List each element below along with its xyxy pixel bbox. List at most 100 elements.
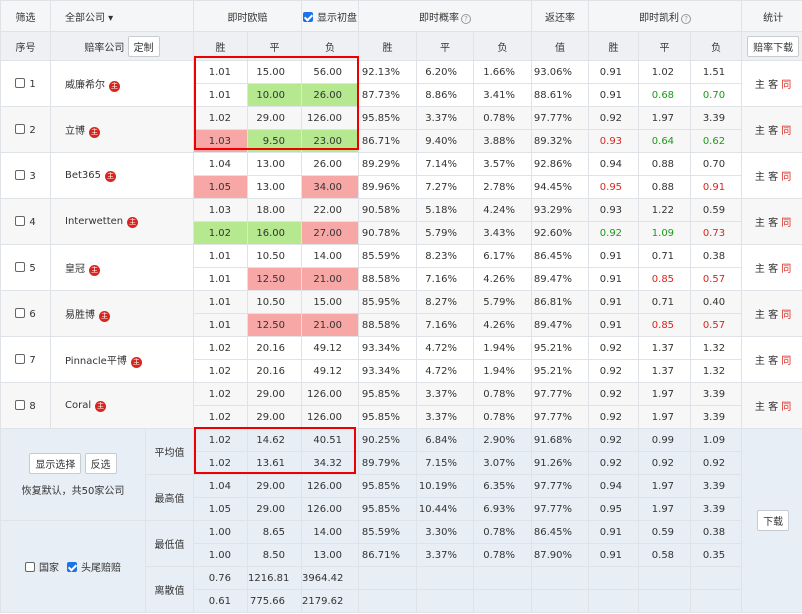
prob-value: 95.85%	[358, 106, 418, 130]
odds-value: 15.00	[301, 290, 360, 314]
help-icon[interactable]: ?	[681, 13, 692, 24]
row-links: 主 客 同	[741, 198, 802, 245]
checkbox-icon[interactable]	[15, 307, 26, 318]
row-select[interactable]: 2	[0, 106, 51, 153]
show-selected-button[interactable]: 显示选择	[29, 452, 82, 474]
link-same[interactable]: 同	[781, 310, 791, 321]
link-away[interactable]: 客	[768, 356, 778, 367]
link-same[interactable]: 同	[781, 80, 791, 91]
checkbox-icon[interactable]	[303, 11, 314, 22]
stat-kelly-value	[588, 566, 640, 590]
stat-label: 平均值	[144, 428, 195, 475]
link-same[interactable]: 同	[781, 402, 791, 413]
checkbox-icon[interactable]	[25, 562, 35, 572]
invert-button[interactable]: 反选	[84, 452, 117, 474]
link-home[interactable]: 主	[755, 310, 765, 321]
filter-header: 筛选	[0, 0, 51, 32]
link-home[interactable]: 主	[755, 80, 765, 91]
return-value: 89.47%	[531, 313, 590, 337]
link-away[interactable]: 客	[768, 80, 778, 91]
link-home[interactable]: 主	[755, 264, 765, 275]
company-name-cell[interactable]: Interwetten 主	[49, 198, 195, 245]
stat-kelly-value: 0.38	[690, 520, 743, 544]
prob-value: 8.27%	[416, 290, 475, 314]
prob-value: 87.73%	[358, 83, 418, 107]
checkbox-icon[interactable]	[15, 261, 26, 272]
odds-value: 1.01	[193, 267, 249, 291]
checkbox-icon[interactable]	[15, 215, 26, 226]
link-same[interactable]: 同	[781, 264, 791, 275]
link-away[interactable]: 客	[768, 126, 778, 137]
prob-value: 4.26%	[473, 313, 533, 337]
stats-download-button[interactable]: 下载	[757, 510, 790, 531]
odds-download-button[interactable]: 赔率下载	[747, 35, 800, 57]
link-away[interactable]: 客	[768, 218, 778, 229]
domestic-toggle[interactable]: 国家	[25, 562, 59, 574]
company-name-cell[interactable]: 立博主	[49, 106, 195, 153]
prob-value: 85.95%	[358, 290, 418, 314]
row-select[interactable]: 3	[0, 152, 51, 199]
link-home[interactable]: 主	[755, 356, 765, 367]
return-value: 86.45%	[531, 244, 590, 268]
stats-download-cell: 下载	[741, 428, 802, 613]
row-select[interactable]: 5	[0, 244, 51, 291]
link-away[interactable]: 客	[768, 402, 778, 413]
link-home[interactable]: 主	[755, 218, 765, 229]
company-name[interactable]: 皇冠	[65, 264, 85, 275]
link-home[interactable]: 主	[755, 402, 765, 413]
company-name[interactable]: Bet365	[65, 170, 101, 181]
stat-odds-value: 2179.62	[301, 589, 360, 613]
prob-value: 0.78%	[473, 106, 533, 130]
company-name-cell[interactable]: 易胜博主	[49, 290, 195, 337]
checkbox-icon[interactable]	[67, 562, 77, 572]
head-tail-toggle[interactable]: 头尾赔赔	[67, 562, 121, 574]
show-initial-toggle[interactable]: 显示初盘	[301, 0, 360, 32]
help-icon[interactable]: ?	[461, 13, 472, 24]
checkbox-icon[interactable]	[15, 169, 26, 180]
link-home[interactable]: 主	[755, 126, 765, 137]
odds-value: 1.04	[193, 152, 249, 176]
company-name[interactable]: 易胜博	[65, 310, 95, 321]
company-name-cell[interactable]: Pinnacle平博主	[49, 336, 195, 383]
table-row: 3 Bet365 主 1.04 13.00 26.00 89.29% 7.14% 3.57% 92…	[0, 152, 802, 199]
return-value: 95.21%	[531, 359, 590, 383]
link-same[interactable]: 同	[781, 356, 791, 367]
row-select[interactable]: 4	[0, 198, 51, 245]
kelly-value: 0.92	[588, 336, 640, 360]
stat-kelly-value: 0.92	[690, 451, 743, 475]
row-select[interactable]: 8	[0, 382, 51, 429]
checkbox-icon[interactable]	[15, 353, 26, 364]
stat-odds-value: 34.32	[301, 451, 360, 475]
link-home[interactable]: 主	[755, 172, 765, 183]
checkbox-icon[interactable]	[15, 77, 26, 88]
company-name[interactable]: Coral	[65, 400, 91, 411]
company-name-cell[interactable]: Coral 主	[49, 382, 195, 429]
restore-default-link[interactable]: 恢复默认，共50家公司	[2, 482, 145, 497]
link-same[interactable]: 同	[781, 126, 791, 137]
company-dropdown[interactable]: 全部公司 ▾	[49, 0, 195, 32]
seq-number: 5	[29, 262, 36, 274]
checkbox-icon[interactable]	[15, 123, 26, 134]
prob-value: 4.26%	[473, 267, 533, 291]
company-name-cell[interactable]: 皇冠主	[49, 244, 195, 291]
customize-button[interactable]: 定制	[127, 35, 160, 57]
company-name[interactable]: 立博	[65, 126, 85, 137]
prob-value: 3.43%	[473, 221, 533, 245]
link-away[interactable]: 客	[768, 264, 778, 275]
row-select[interactable]: 6	[0, 290, 51, 337]
company-name[interactable]: 威廉希尔	[65, 80, 105, 91]
company-name-cell[interactable]: Bet365 主	[49, 152, 195, 199]
link-same[interactable]: 同	[781, 218, 791, 229]
company-name[interactable]: Interwetten	[65, 216, 123, 227]
odds-value: 34.00	[301, 175, 360, 199]
checkbox-icon[interactable]	[15, 399, 26, 410]
link-same[interactable]: 同	[781, 172, 791, 183]
row-select[interactable]: 1	[0, 60, 51, 107]
company-name-cell[interactable]: 威廉希尔主	[49, 60, 195, 107]
link-away[interactable]: 客	[768, 172, 778, 183]
company-name[interactable]: Pinnacle平博	[65, 356, 127, 367]
stat-label: 离散值	[144, 566, 195, 613]
row-select[interactable]: 7	[0, 336, 51, 383]
link-away[interactable]: 客	[768, 310, 778, 321]
kelly-value: 1.37	[638, 336, 692, 360]
